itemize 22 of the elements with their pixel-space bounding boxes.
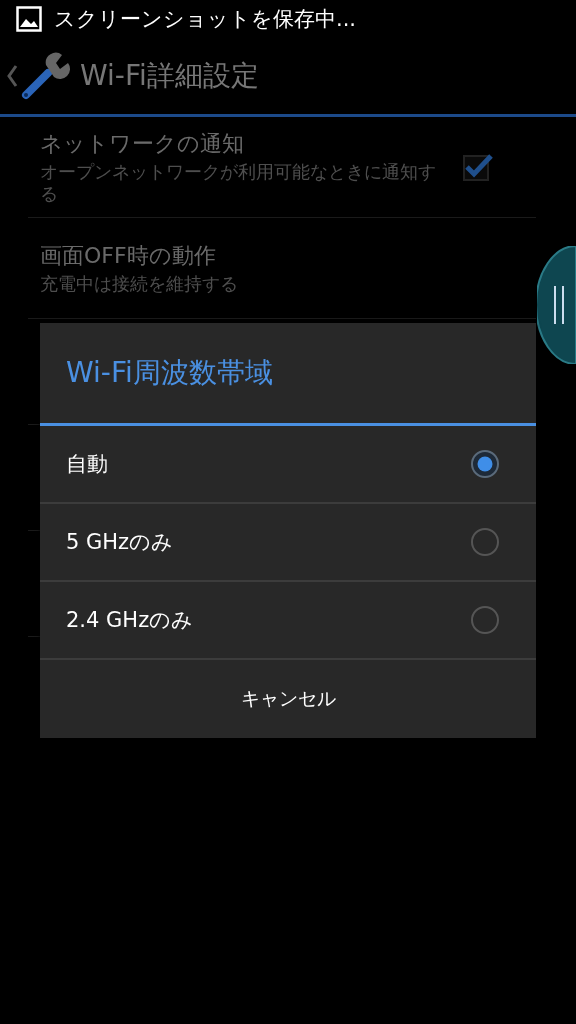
notification-text: スクリーンショットを保存中... bbox=[54, 6, 357, 33]
dialog-title: Wi-Fi周波数帯域 bbox=[40, 323, 536, 426]
back-caret-icon bbox=[6, 64, 18, 88]
side-handle[interactable] bbox=[537, 246, 576, 364]
preference-summary: オープンネットワークが利用可能なときに通知する bbox=[40, 161, 437, 205]
image-icon bbox=[16, 6, 42, 32]
radio-button[interactable] bbox=[470, 605, 500, 635]
radio-button[interactable] bbox=[470, 449, 500, 479]
option-label: 5 GHzのみ bbox=[66, 529, 174, 556]
radio-button[interactable] bbox=[470, 527, 500, 557]
option-row[interactable]: 自動 bbox=[40, 426, 536, 504]
preference-row[interactable]: ネットワークの通知 オープンネットワークが利用可能なときに通知する bbox=[28, 117, 536, 218]
option-row[interactable]: 2.4 GHzのみ bbox=[40, 582, 536, 660]
preference-title: 画面OFF時の動作 bbox=[40, 242, 217, 270]
preference-row[interactable]: 画面OFF時の動作 充電中は接続を維持する bbox=[28, 218, 536, 319]
preference-summary: 充電中は接続を維持する bbox=[40, 273, 239, 295]
screen-title: Wi-Fi詳細設定 bbox=[80, 58, 259, 94]
cancel-button[interactable]: キャンセル bbox=[40, 660, 536, 738]
option-label: 2.4 GHzのみ bbox=[66, 607, 194, 634]
preference-title: ネットワークの通知 bbox=[40, 130, 245, 158]
option-label: 自動 bbox=[66, 451, 108, 478]
option-row[interactable]: 5 GHzのみ bbox=[40, 504, 536, 582]
